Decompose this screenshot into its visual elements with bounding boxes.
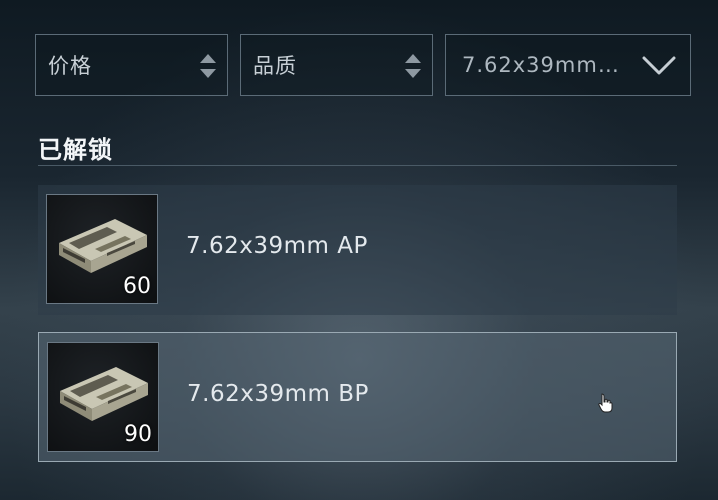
ammo-thumbnail: 60	[46, 194, 158, 304]
ammo-box-icon	[59, 219, 147, 273]
ammo-list-item[interactable]: 60 7.62x39mm AP	[38, 185, 677, 315]
section-title: 已解锁	[38, 136, 113, 164]
ammo-thumbnail: 90	[47, 342, 159, 452]
chevron-down-icon	[642, 56, 676, 75]
price-sort-dropdown[interactable]: 价格	[35, 34, 228, 96]
ammo-type-dropdown[interactable]: 7.62x39mm…	[445, 34, 691, 96]
sort-arrows-icon	[200, 54, 216, 78]
ammo-name: 7.62x39mm BP	[187, 381, 369, 407]
section-divider	[38, 165, 677, 166]
ammo-count: 60	[123, 274, 151, 299]
quality-sort-dropdown[interactable]: 品质	[240, 34, 433, 96]
ammo-box-icon	[60, 367, 148, 421]
ammo-type-value: 7.62x39mm…	[462, 53, 620, 77]
ammo-list-item[interactable]: 90 7.62x39mm BP	[38, 332, 677, 462]
hand-cursor-icon	[598, 393, 613, 413]
quality-sort-label: 品质	[253, 54, 297, 78]
sort-arrows-icon	[405, 54, 421, 78]
ammo-count: 90	[124, 422, 152, 447]
price-sort-label: 价格	[48, 54, 92, 78]
ammo-name: 7.62x39mm AP	[186, 233, 368, 259]
